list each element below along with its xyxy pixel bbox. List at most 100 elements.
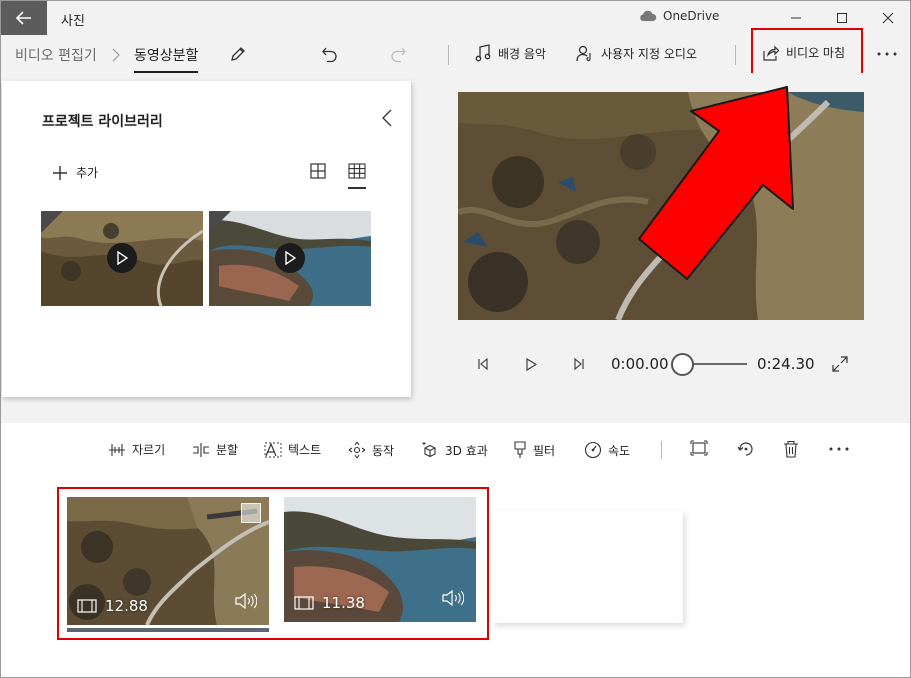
- storyboard-more-button[interactable]: [829, 447, 849, 451]
- motion-label: 동작: [372, 443, 395, 458]
- collapse-library-button[interactable]: [382, 109, 392, 131]
- film-icon: [77, 599, 97, 613]
- filter-button[interactable]: 필터: [513, 441, 555, 459]
- clip-duration: 11.38: [294, 594, 365, 612]
- corner-fold: [41, 211, 63, 233]
- add-media-button[interactable]: 추가: [52, 164, 98, 181]
- library-thumbnail[interactable]: [209, 211, 371, 306]
- clip-duration-text: 11.38: [322, 594, 365, 612]
- clip-duration: 12.88: [77, 597, 148, 615]
- trim-label: 자르기: [132, 443, 166, 457]
- current-time: 0:00.00: [611, 355, 669, 373]
- person-audio-icon: [576, 45, 591, 62]
- next-frame-button[interactable]: [571, 356, 587, 372]
- clip-badge-icon: [241, 503, 261, 523]
- text-icon: [264, 441, 282, 457]
- rename-button[interactable]: [227, 44, 249, 64]
- fullscreen-button[interactable]: [831, 355, 849, 373]
- filter-label: 필터: [533, 443, 556, 458]
- scrub-handle[interactable]: [671, 353, 694, 376]
- cloud-icon: [640, 10, 657, 21]
- toolbar-divider: [735, 45, 736, 65]
- clip-playback-progress: [67, 628, 269, 632]
- expand-icon: [832, 356, 848, 372]
- toolbar-divider: [661, 441, 662, 459]
- redo-icon: [391, 47, 406, 63]
- split-icon: [193, 442, 209, 457]
- highlight-box-finish: [751, 28, 863, 75]
- plus-icon: [53, 165, 67, 180]
- clip-volume-button[interactable]: [442, 589, 465, 610]
- arrow-left-icon: [16, 11, 31, 25]
- breadcrumb-video-editor[interactable]: 비디오 편집기: [15, 45, 97, 65]
- delete-button[interactable]: [783, 440, 799, 458]
- more-dots-icon: [877, 52, 897, 56]
- step-back-icon: [478, 358, 488, 370]
- project-library-panel: 프로젝트 라이브러리 추가: [2, 81, 411, 397]
- play-triangle-icon: [526, 357, 537, 371]
- undo-icon: [322, 47, 337, 63]
- motion-icon: [348, 441, 366, 459]
- red-arrow-annotation: [638, 86, 794, 280]
- clip-duration-text: 12.88: [105, 597, 148, 615]
- background-music-button[interactable]: 배경 음악: [475, 44, 546, 62]
- rotate-button[interactable]: [737, 440, 755, 458]
- small-grid-view-button[interactable]: [348, 163, 366, 189]
- library-thumbnail[interactable]: [41, 211, 203, 306]
- play-icon: [275, 243, 305, 273]
- play-icon: [107, 243, 137, 273]
- undo-button[interactable]: [319, 44, 341, 64]
- speedometer-icon: [584, 441, 602, 459]
- close-button[interactable]: [865, 1, 911, 35]
- trim-button[interactable]: 자르기: [108, 441, 165, 458]
- clip-volume-button[interactable]: [235, 592, 258, 613]
- onedrive-label: OneDrive: [663, 9, 720, 23]
- more-dots-icon: [829, 447, 849, 451]
- 3d-effects-label: 3D 효과: [445, 443, 488, 458]
- step-forward-icon: [574, 358, 584, 370]
- motion-button[interactable]: 동작: [348, 441, 394, 459]
- large-grid-view-button[interactable]: [310, 163, 326, 183]
- resize-button[interactable]: [690, 440, 708, 456]
- project-title: 동영상분할: [134, 45, 199, 73]
- rotate-icon: [737, 442, 753, 456]
- volume-icon: [235, 592, 258, 610]
- more-options-button[interactable]: [875, 45, 899, 63]
- storyboard-clip[interactable]: 11.38: [284, 497, 476, 622]
- onedrive-status[interactable]: OneDrive: [639, 9, 719, 23]
- volume-icon: [442, 589, 465, 607]
- corner-fold: [209, 211, 231, 233]
- minimize-icon: [791, 17, 801, 19]
- text-button[interactable]: 텍스트: [264, 441, 321, 458]
- speed-label: 속도: [608, 443, 631, 458]
- back-button[interactable]: [1, 1, 47, 35]
- previous-frame-button[interactable]: [475, 356, 491, 372]
- film-icon: [294, 596, 314, 610]
- sparkle-cube-icon: [422, 442, 436, 458]
- chevron-left-icon: [382, 109, 392, 127]
- pencil-icon: [231, 47, 245, 61]
- empty-storyboard-slot[interactable]: [492, 511, 683, 623]
- storyboard-clip[interactable]: 12.88: [67, 497, 269, 625]
- add-media-label: 추가: [76, 166, 99, 180]
- play-button[interactable]: [523, 356, 539, 372]
- text-label: 텍스트: [288, 443, 322, 457]
- speed-button[interactable]: 속도: [584, 441, 630, 459]
- filter-brush-icon: [514, 441, 526, 458]
- maximize-icon: [837, 13, 847, 23]
- split-button[interactable]: 분할: [192, 441, 238, 458]
- music-note-icon: [475, 44, 491, 62]
- trash-icon: [784, 440, 798, 458]
- chevron-right-icon: [112, 47, 120, 66]
- resize-frame-icon: [690, 440, 708, 456]
- 3d-effects-button[interactable]: 3D 효과: [421, 441, 488, 459]
- total-time: 0:24.30: [757, 355, 815, 373]
- library-title: 프로젝트 라이브러리: [42, 114, 163, 130]
- background-music-label: 배경 음악: [498, 46, 546, 61]
- grid-large-icon: [310, 163, 326, 179]
- split-label: 분할: [216, 443, 239, 457]
- redo-button[interactable]: [387, 44, 409, 64]
- custom-audio-button[interactable]: 사용자 지정 오디오: [576, 44, 697, 62]
- storyboard-toolbar: 자르기 분할 텍스트 동작 3D 효과 필터 속도: [1, 431, 910, 467]
- grid-small-icon: [348, 163, 366, 179]
